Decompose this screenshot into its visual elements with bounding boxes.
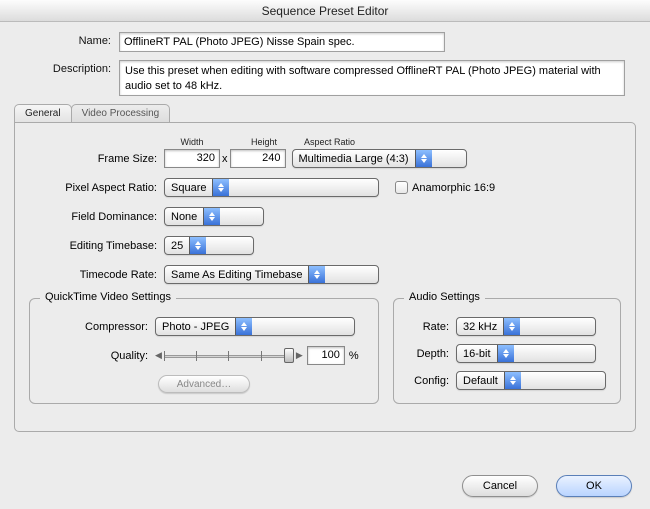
dropdown-arrows-icon (212, 179, 229, 196)
window-titlebar: Sequence Preset Editor (0, 0, 650, 22)
x-separator: x (222, 153, 228, 165)
frame-width-input[interactable]: 320 (164, 149, 220, 168)
aspect-ratio-select[interactable]: Multimedia Large (4:3) (292, 149, 467, 168)
audio-settings-group: Audio Settings Rate: 32 kHz Depth: 16-bi… (393, 298, 621, 404)
quality-value-input[interactable]: 100 (307, 346, 345, 365)
height-header: Height (236, 137, 292, 147)
pixel-aspect-value: Square (165, 182, 212, 194)
dropdown-arrows-icon (504, 372, 521, 389)
field-dominance-select[interactable]: None (164, 207, 264, 226)
rate-label: Rate: (404, 321, 456, 333)
dropdown-arrows-icon (235, 318, 252, 335)
chevron-right-icon: ▶ (296, 350, 303, 361)
timecode-rate-value: Same As Editing Timebase (165, 269, 308, 281)
description-field[interactable]: Use this preset when editing with softwa… (119, 60, 625, 96)
name-label: Name: (14, 32, 119, 47)
quality-unit: % (349, 350, 359, 362)
audio-group-title: Audio Settings (404, 291, 485, 303)
compressor-value: Photo - JPEG (156, 321, 235, 333)
dropdown-arrows-icon (189, 237, 206, 254)
dropdown-arrows-icon (203, 208, 220, 225)
tab-video-processing[interactable]: Video Processing (71, 104, 171, 123)
pixel-aspect-select[interactable]: Square (164, 178, 379, 197)
quality-slider[interactable] (164, 349, 294, 363)
main-panel: Name: Description: Use this preset when … (0, 22, 650, 509)
frame-height-input[interactable]: 240 (230, 149, 286, 168)
dropdown-arrows-icon (415, 150, 432, 167)
width-header: Width (164, 137, 220, 147)
config-select[interactable]: Default (456, 371, 606, 390)
cancel-button[interactable]: Cancel (462, 475, 538, 497)
editing-timebase-select[interactable]: 25 (164, 236, 254, 255)
rate-value: 32 kHz (457, 321, 503, 333)
ok-button[interactable]: OK (556, 475, 632, 497)
aspect-ratio-value: Multimedia Large (4:3) (293, 153, 415, 165)
aspect-header: Aspect Ratio (304, 137, 355, 147)
field-dominance-label: Field Dominance: (29, 211, 164, 223)
chevron-left-icon: ◀ (155, 350, 162, 361)
compressor-select[interactable]: Photo - JPEG (155, 317, 355, 336)
description-label: Description: (14, 60, 119, 75)
compressor-label: Compressor: (40, 321, 155, 333)
timecode-rate-label: Timecode Rate: (29, 269, 164, 281)
quicktime-video-settings-group: QuickTime Video Settings Compressor: Pho… (29, 298, 379, 404)
tab-pane-general: Width Height Aspect Ratio Frame Size: 32… (14, 122, 636, 432)
pixel-aspect-label: Pixel Aspect Ratio: (29, 182, 164, 194)
config-label: Config: (404, 375, 456, 387)
qt-group-title: QuickTime Video Settings (40, 291, 176, 303)
depth-select[interactable]: 16-bit (456, 344, 596, 363)
anamorphic-label: Anamorphic 16:9 (412, 182, 495, 194)
tab-general[interactable]: General (14, 104, 72, 123)
editing-timebase-label: Editing Timebase: (29, 240, 164, 252)
advanced-button[interactable]: Advanced… (158, 375, 250, 393)
field-dominance-value: None (165, 211, 203, 223)
rate-select[interactable]: 32 kHz (456, 317, 596, 336)
dropdown-arrows-icon (497, 345, 514, 362)
anamorphic-checkbox[interactable] (395, 181, 408, 194)
frame-size-label: Frame Size: (29, 153, 164, 165)
dropdown-arrows-icon (503, 318, 520, 335)
timecode-rate-select[interactable]: Same As Editing Timebase (164, 265, 379, 284)
tab-bar: GeneralVideo Processing Width Height Asp… (14, 104, 636, 432)
dialog-buttons: Cancel OK (462, 475, 632, 497)
dropdown-arrows-icon (308, 266, 325, 283)
window-title: Sequence Preset Editor (262, 4, 389, 18)
name-field[interactable] (119, 32, 445, 52)
depth-value: 16-bit (457, 348, 497, 360)
depth-label: Depth: (404, 348, 456, 360)
quality-label: Quality: (40, 350, 155, 362)
config-value: Default (457, 375, 504, 387)
editing-timebase-value: 25 (165, 240, 189, 252)
slider-thumb[interactable] (284, 348, 294, 363)
